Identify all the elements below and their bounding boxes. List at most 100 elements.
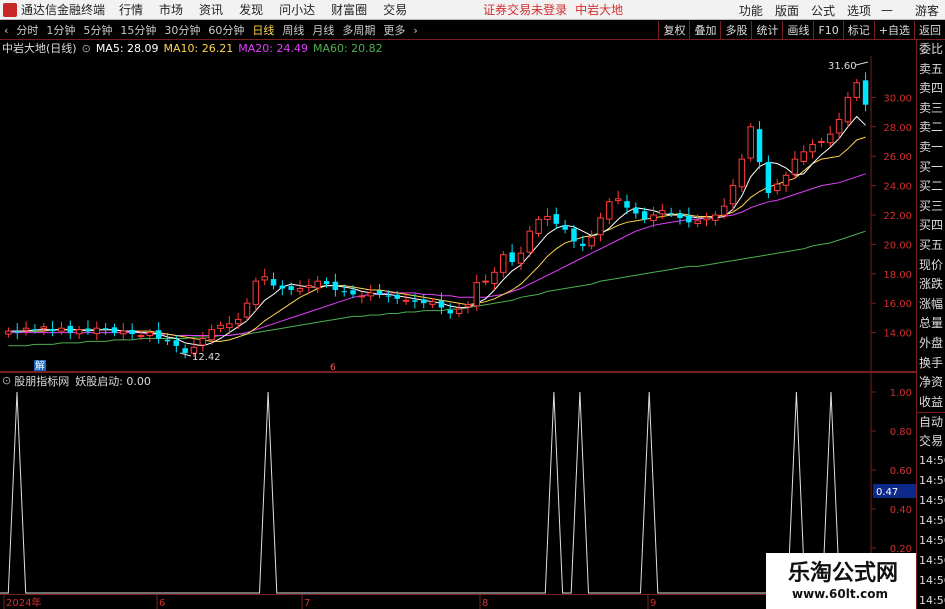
candle[interactable]: [367, 284, 374, 301]
candle[interactable]: [571, 224, 577, 249]
candle[interactable]: [562, 219, 568, 234]
candle[interactable]: [491, 267, 498, 291]
candle[interactable]: [765, 155, 772, 199]
chevron-right-icon[interactable]: ›: [409, 24, 421, 37]
menu-item-gongshi[interactable]: 公式: [811, 2, 835, 19]
jie-marker[interactable]: 解: [35, 359, 45, 372]
candle[interactable]: [129, 323, 135, 340]
candle[interactable]: [93, 321, 101, 341]
candle[interactable]: [756, 121, 763, 169]
mark-button[interactable]: 标记: [842, 21, 874, 40]
back-button[interactable]: 返回: [914, 21, 945, 40]
candle[interactable]: [32, 324, 38, 334]
menu-item-caifuquan[interactable]: 财富圈: [331, 1, 367, 18]
candle[interactable]: [809, 139, 816, 159]
candle[interactable]: [553, 207, 560, 229]
draw-line-button[interactable]: 画线: [782, 21, 813, 40]
candle[interactable]: [358, 292, 366, 304]
period-30min[interactable]: 30分钟: [160, 22, 204, 38]
side-item-buy5[interactable]: 买五: [917, 236, 945, 256]
candle[interactable]: [614, 190, 622, 205]
side-item-trade[interactable]: 交易: [917, 432, 945, 452]
side-item-sell2[interactable]: 卖二: [917, 118, 945, 138]
period-15min[interactable]: 15分钟: [116, 22, 160, 38]
candle[interactable]: [544, 208, 551, 227]
menu-item-zixun[interactable]: 资讯: [199, 1, 223, 18]
candle[interactable]: [818, 137, 825, 148]
user-label[interactable]: 游客: [915, 2, 939, 19]
candlestick-chart[interactable]: 30.00 28.00 26.00 24.00 22.00 20.00 18.00 16.00…: [0, 56, 916, 372]
stats-button[interactable]: 统计: [751, 21, 782, 40]
side-item-sell1[interactable]: 卖一: [917, 138, 945, 158]
candle[interactable]: [455, 303, 463, 318]
period-weekly[interactable]: 周线: [278, 22, 308, 38]
side-item-weibi[interactable]: 委比: [917, 40, 945, 60]
candle[interactable]: [155, 322, 162, 344]
side-item-nav[interactable]: 净资: [917, 373, 945, 393]
candle[interactable]: [75, 325, 83, 339]
candle[interactable]: [782, 171, 790, 192]
side-item-buy4[interactable]: 买四: [917, 216, 945, 236]
collapse-icon[interactable]: ‹: [0, 24, 12, 37]
period-more[interactable]: 更多: [379, 22, 409, 38]
candle[interactable]: [261, 268, 268, 286]
candle[interactable]: [500, 251, 507, 278]
minimize-icon[interactable]: —: [881, 3, 893, 17]
side-item-buy2[interactable]: 买二: [917, 177, 945, 197]
menu-item-wenxiaoda[interactable]: 问小达: [279, 1, 315, 18]
candle[interactable]: [712, 211, 719, 226]
candle[interactable]: [686, 207, 692, 228]
side-item-outer[interactable]: 外盘: [917, 334, 945, 354]
side-item-buy3[interactable]: 买三: [917, 197, 945, 217]
candle[interactable]: [844, 92, 852, 127]
candle[interactable]: [509, 244, 515, 266]
candle[interactable]: [279, 280, 286, 296]
candle[interactable]: [826, 126, 834, 147]
candle[interactable]: [535, 215, 542, 238]
candle[interactable]: [5, 327, 12, 338]
menu-item-hangqing[interactable]: 行情: [119, 1, 143, 18]
settings-dropdown-icon[interactable]: ⊙: [82, 42, 91, 55]
candle[interactable]: [482, 274, 489, 286]
candle[interactable]: [120, 323, 127, 341]
candle[interactable]: [473, 274, 481, 311]
candle[interactable]: [738, 153, 746, 192]
candle[interactable]: [182, 344, 188, 359]
fuquan-button[interactable]: 复权: [658, 21, 689, 40]
candle[interactable]: [597, 212, 604, 242]
candle[interactable]: [606, 198, 613, 225]
menu-item-gongneng[interactable]: 功能: [739, 2, 763, 19]
side-item-turnover[interactable]: 换手: [917, 354, 945, 374]
six-marker[interactable]: 6: [330, 363, 336, 372]
candle[interactable]: [314, 276, 321, 294]
menu-item-banmian[interactable]: 版面: [775, 2, 799, 19]
candle[interactable]: [853, 79, 860, 102]
candle[interactable]: [747, 123, 754, 162]
candle[interactable]: [252, 277, 260, 311]
period-multi[interactable]: 多周期: [338, 22, 379, 38]
candle[interactable]: [588, 230, 595, 250]
menu-item-jiaoyi[interactable]: 交易: [383, 1, 407, 18]
add-watchlist-button[interactable]: +自选: [873, 21, 914, 40]
period-1min[interactable]: 1分钟: [42, 22, 79, 38]
candle[interactable]: [217, 321, 224, 333]
candle[interactable]: [464, 300, 472, 314]
candle[interactable]: [773, 178, 781, 195]
side-item-volume[interactable]: 总量: [917, 314, 945, 334]
candle[interactable]: [111, 323, 118, 337]
candle[interactable]: [296, 280, 304, 295]
period-fenshi[interactable]: 分时: [12, 22, 42, 38]
candle[interactable]: [270, 272, 277, 290]
overlay-button[interactable]: 叠加: [689, 21, 720, 40]
candle[interactable]: [421, 294, 427, 309]
login-status[interactable]: 证券交易未登录: [483, 1, 567, 18]
candle[interactable]: [199, 331, 207, 352]
candle[interactable]: [376, 283, 383, 299]
side-item-buy1[interactable]: 买一: [917, 158, 945, 178]
multi-stock-button[interactable]: 多股: [720, 21, 751, 40]
candle[interactable]: [234, 312, 242, 329]
side-item-change[interactable]: 涨跌: [917, 275, 945, 295]
menu-item-xuanxiang[interactable]: 选项: [847, 2, 871, 19]
candle[interactable]: [14, 323, 20, 340]
menu-item-faxian[interactable]: 发现: [239, 1, 263, 18]
